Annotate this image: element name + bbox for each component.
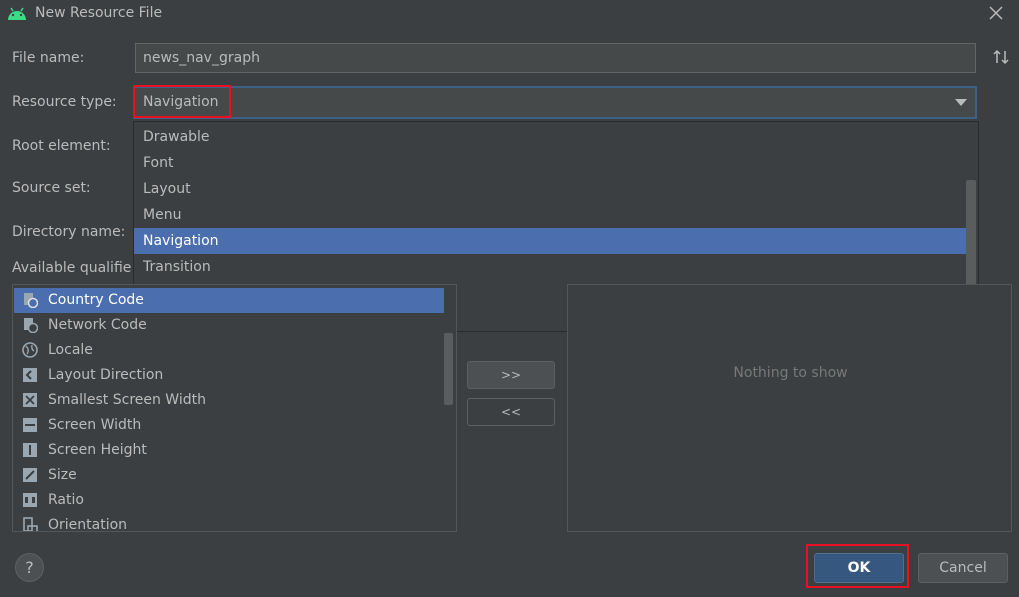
qualifier-item-ratio[interactable]: Ratio: [14, 488, 444, 513]
orientation-icon: [22, 517, 38, 531]
empty-state-text: Nothing to show: [733, 365, 848, 381]
remove-qualifier-button[interactable]: <<: [467, 398, 555, 426]
available-qualifiers-list: Country Code Network Code Locale Layout …: [12, 284, 457, 532]
screen-width-icon: [22, 417, 38, 433]
qualifier-item-locale[interactable]: Locale: [14, 338, 444, 363]
close-button[interactable]: [984, 2, 1008, 24]
qualifier-item-layout-direction[interactable]: Layout Direction: [14, 363, 444, 388]
qualifier-item-screen-width[interactable]: Screen Width: [14, 413, 444, 438]
root-element-label: Root element:: [12, 138, 111, 154]
size-icon: [22, 467, 38, 483]
qualifier-item-smallest-screen-width[interactable]: Smallest Screen Width: [14, 388, 444, 413]
chosen-qualifiers-list: Nothing to show: [567, 284, 1012, 532]
directory-name-label: Directory name:: [12, 224, 126, 240]
qualifiers-scrollbar[interactable]: [444, 333, 453, 405]
dropdown-item-transition[interactable]: Transition: [134, 254, 966, 280]
qualifier-item-country-code[interactable]: Country Code: [14, 288, 444, 313]
dropdown-item-font[interactable]: Font: [134, 150, 966, 176]
layout-direction-icon: [22, 367, 38, 383]
qualifier-item-size[interactable]: Size: [14, 463, 444, 488]
qualifier-item-orientation[interactable]: Orientation: [14, 513, 444, 531]
file-name-input[interactable]: news_nav_graph: [135, 43, 976, 73]
qualifier-item-network-code[interactable]: Network Code: [14, 313, 444, 338]
file-name-label: File name:: [12, 50, 85, 66]
window-title: New Resource File: [35, 5, 163, 21]
smallest-width-icon: [22, 392, 38, 408]
resource-type-value: Navigation: [143, 94, 219, 110]
ratio-icon: [22, 492, 38, 508]
source-set-label: Source set:: [12, 180, 91, 196]
ok-button[interactable]: OK: [814, 553, 904, 583]
sort-icon[interactable]: [992, 48, 1012, 68]
country-code-icon: [22, 292, 39, 309]
resource-type-label: Resource type:: [12, 94, 117, 110]
help-icon: ?: [25, 558, 34, 577]
dropdown-item-drawable[interactable]: Drawable: [134, 124, 966, 150]
add-qualifier-button[interactable]: >>: [467, 361, 555, 389]
android-icon: [6, 5, 28, 21]
globe-icon: [22, 342, 38, 358]
cancel-button[interactable]: Cancel: [918, 553, 1008, 583]
available-qualifiers-label: Available qualifiers:: [12, 260, 132, 276]
chevron-down-icon[interactable]: [955, 99, 967, 106]
dropdown-item-navigation[interactable]: Navigation: [134, 228, 966, 254]
network-code-icon: [22, 317, 39, 334]
close-icon: [989, 6, 1003, 20]
dropdown-item-menu[interactable]: Menu: [134, 202, 966, 228]
resource-type-combo[interactable]: [133, 86, 977, 119]
help-button[interactable]: ?: [15, 553, 44, 582]
qualifier-item-screen-height[interactable]: Screen Height: [14, 438, 444, 463]
screen-height-icon: [22, 442, 38, 458]
dropdown-item-layout[interactable]: Layout: [134, 176, 966, 202]
